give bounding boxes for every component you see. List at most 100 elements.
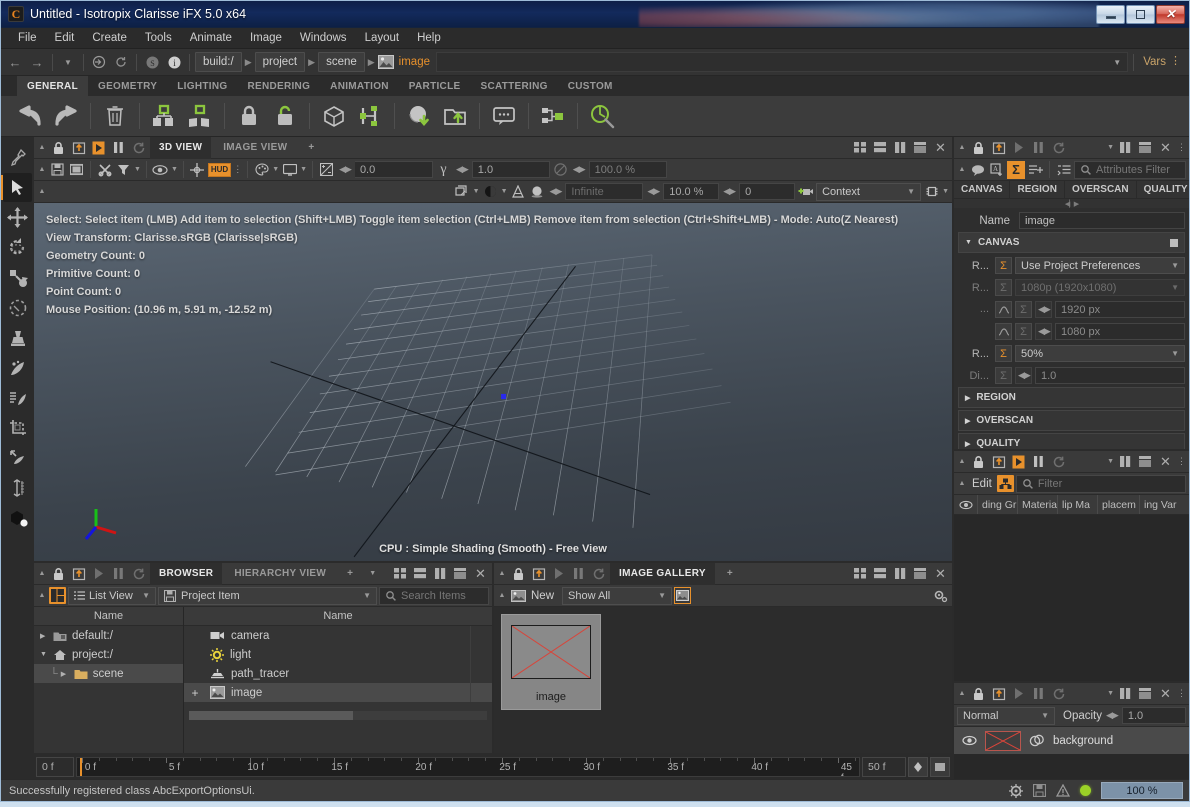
- collapse-caret-icon[interactable]: ▲: [37, 592, 47, 599]
- attr-tab-region[interactable]: REGION: [1010, 181, 1064, 198]
- menu-create[interactable]: Create: [83, 30, 136, 46]
- close-icon[interactable]: ✕: [1157, 685, 1174, 702]
- section-state-box[interactable]: [1170, 239, 1178, 247]
- expander-icon[interactable]: ▼: [40, 651, 48, 658]
- stamp-tool[interactable]: [3, 323, 32, 352]
- saturation-icon[interactable]: [552, 161, 569, 178]
- collapse-caret-icon[interactable]: ▲: [37, 570, 47, 577]
- sigma-icon[interactable]: Σ: [995, 257, 1012, 274]
- grid-layout-icon[interactable]: [392, 565, 409, 582]
- chevron-down-icon[interactable]: ▼: [1107, 144, 1114, 151]
- pause-icon[interactable]: [110, 139, 127, 156]
- thumbnail-view-icon[interactable]: [674, 587, 691, 604]
- horizontal-scrollbar[interactable]: [189, 711, 487, 720]
- tree-toggle-icon[interactable]: [49, 587, 66, 604]
- columns-layout-icon[interactable]: [432, 565, 449, 582]
- forward-icon[interactable]: →: [27, 52, 47, 72]
- chip-icon[interactable]: [923, 183, 940, 200]
- move-gizmo-icon[interactable]: [189, 161, 206, 178]
- pause-icon[interactable]: [570, 565, 587, 582]
- pause-icon[interactable]: [1030, 685, 1047, 702]
- gallery-items[interactable]: image: [494, 607, 952, 753]
- attr-tab-quality[interactable]: QUALITY: [1137, 181, 1190, 198]
- shelf-tab-particle[interactable]: PARTICLE: [399, 76, 471, 96]
- tree-node-scene[interactable]: └ ▶ scene: [34, 664, 183, 683]
- timeline-ruler[interactable]: 0 f5 f10 f15 f20 f25 f30 f35 f40 f45 f50…: [76, 757, 860, 777]
- history-chevron-down-icon[interactable]: ▼: [58, 52, 78, 72]
- close-icon[interactable]: ✕: [1157, 453, 1174, 470]
- collapse-caret-icon[interactable]: ▲: [957, 690, 967, 697]
- back-icon[interactable]: ←: [5, 52, 25, 72]
- chevron-down-icon[interactable]: ▼: [942, 188, 949, 195]
- list-rows[interactable]: camera: [184, 626, 492, 753]
- panel-splitter[interactable]: ◀▏▶: [954, 199, 1189, 208]
- close-icon[interactable]: ✕: [932, 139, 949, 156]
- gallery-filter-dropdown[interactable]: Show All ▼: [562, 587, 672, 605]
- columns-layout-icon[interactable]: [892, 565, 909, 582]
- redo-icon[interactable]: [49, 99, 83, 133]
- add-tab-button[interactable]: +: [338, 563, 362, 585]
- save-icon[interactable]: [1033, 784, 1046, 797]
- ungroup-icon[interactable]: [183, 99, 217, 133]
- lock-icon[interactable]: [50, 139, 67, 156]
- collapse-caret-icon[interactable]: ▲: [37, 188, 47, 195]
- spinner-icon[interactable]: ◀▶: [721, 186, 737, 197]
- script-icon[interactable]: S: [142, 52, 162, 72]
- collapse-caret-icon[interactable]: ▲: [497, 570, 507, 577]
- collapse-caret-icon[interactable]: ▲: [957, 166, 967, 173]
- scatterer-icon[interactable]: [353, 99, 387, 133]
- shelf-tab-rendering[interactable]: RENDERING: [237, 76, 320, 96]
- comment-icon[interactable]: [969, 161, 986, 178]
- chevron-down-icon[interactable]: ▼: [473, 188, 480, 195]
- pin-export-icon[interactable]: [990, 139, 1007, 156]
- attr-dropdown[interactable]: 50% ▼: [1015, 345, 1185, 362]
- pin-export-icon[interactable]: [990, 453, 1007, 470]
- warning-icon[interactable]: [1056, 784, 1070, 797]
- go-to-icon[interactable]: [89, 52, 109, 72]
- context-dropdown[interactable]: Context ▼: [816, 183, 921, 201]
- section-overscan-header[interactable]: ▶ OVERSCAN: [958, 410, 1185, 431]
- material-sphere-tool[interactable]: [3, 503, 32, 532]
- chevron-down-icon[interactable]: ▼: [365, 570, 380, 577]
- breadcrumb-current-item[interactable]: image: [378, 55, 430, 69]
- color-palette-icon[interactable]: [253, 161, 270, 178]
- hud-toggle[interactable]: HUD: [208, 163, 231, 177]
- list-item[interactable]: path_tracer: [184, 664, 492, 683]
- column-material[interactable]: Materia: [1018, 495, 1058, 514]
- spinner-icon[interactable]: ◀▶: [548, 186, 564, 197]
- viewport-3d[interactable]: Select: Select item (LMB) Add item to se…: [34, 203, 952, 561]
- shading-layers-filter-input[interactable]: Filter: [1016, 475, 1186, 493]
- tree-node-default[interactable]: ▶ default:/: [34, 626, 183, 645]
- outline-icon[interactable]: [1055, 161, 1072, 178]
- pin-export-icon[interactable]: [70, 139, 87, 156]
- delete-trash-icon[interactable]: [98, 99, 132, 133]
- column-displacement[interactable]: placem: [1098, 495, 1140, 514]
- layer-row[interactable]: background: [954, 727, 1189, 754]
- animation-curve-icon[interactable]: [995, 323, 1012, 340]
- grid-layout-icon[interactable]: [852, 139, 869, 156]
- shelf-tab-lighting[interactable]: LIGHTING: [167, 76, 237, 96]
- refresh-icon[interactable]: [1050, 685, 1067, 702]
- gamma-icon[interactable]: γ: [435, 161, 452, 178]
- columns-layout-icon[interactable]: [1117, 685, 1134, 702]
- menu-image[interactable]: Image: [241, 30, 291, 46]
- samples-value[interactable]: 0: [739, 183, 795, 200]
- spinner-icon[interactable]: ◀▶: [1035, 301, 1052, 318]
- snapshot-icon[interactable]: [68, 161, 85, 178]
- chevron-down-icon[interactable]: ▼: [501, 188, 508, 195]
- play-icon[interactable]: [550, 565, 567, 582]
- breadcrumb-scene[interactable]: scene: [318, 52, 365, 72]
- view-mode-dropdown[interactable]: List View ▼: [68, 587, 156, 605]
- spinner-icon[interactable]: ◀▶: [645, 186, 661, 197]
- lock-icon[interactable]: [510, 565, 527, 582]
- shading-group-icon[interactable]: [997, 475, 1014, 492]
- play-icon[interactable]: [1010, 139, 1027, 156]
- tab-3d-view[interactable]: 3D VIEW: [150, 137, 211, 159]
- edit-label[interactable]: Edit: [969, 478, 995, 490]
- spinner-icon[interactable]: ◀▶: [1035, 323, 1052, 340]
- menu-edit[interactable]: Edit: [46, 30, 84, 46]
- refresh-icon[interactable]: [130, 139, 147, 156]
- tab-image-gallery[interactable]: IMAGE GALLERY: [610, 563, 715, 585]
- sigma-icon[interactable]: Σ: [995, 345, 1012, 362]
- info-icon[interactable]: i: [164, 52, 184, 72]
